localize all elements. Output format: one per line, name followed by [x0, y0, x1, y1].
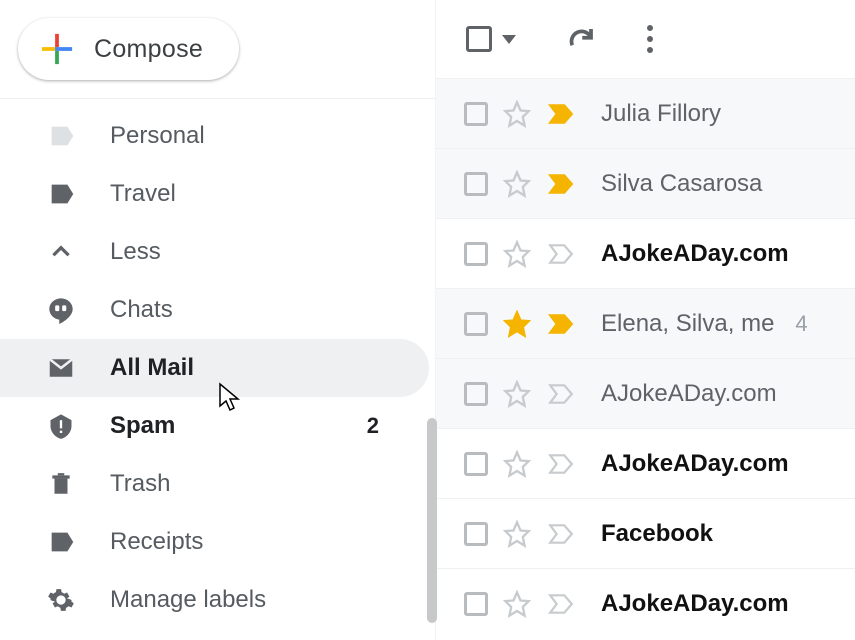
row-checkbox[interactable] — [464, 312, 488, 336]
sidebar-item-label: Personal — [110, 122, 205, 150]
label-icon — [46, 179, 76, 209]
sidebar-item-trash[interactable]: Trash — [0, 455, 429, 513]
sidebar-item-label: Trash — [110, 470, 170, 498]
importance-marker-icon[interactable] — [546, 311, 576, 337]
importance-marker-icon[interactable] — [546, 451, 576, 477]
chevron-down-icon — [502, 35, 516, 44]
star-icon[interactable] — [503, 240, 531, 268]
sender-name: AJokeADay.com — [601, 240, 789, 268]
select-all-dropdown[interactable] — [466, 26, 516, 52]
sidebar-item-spam[interactable]: Spam 2 — [0, 397, 429, 455]
label-icon — [46, 527, 76, 557]
sender-name: Elena, Silva, me — [601, 310, 774, 338]
sidebar-item-label: Chats — [110, 296, 173, 324]
message-row[interactable]: Julia Fillory — [436, 78, 855, 148]
toolbar — [436, 0, 855, 78]
importance-marker-icon[interactable] — [546, 591, 576, 617]
compose-button[interactable]: Compose — [18, 18, 239, 80]
sender-name: Silva Casarosa — [601, 170, 762, 198]
sidebar-item-label: All Mail — [110, 354, 194, 382]
sidebar-item-receipts[interactable]: Receipts — [0, 513, 429, 571]
sender-name: AJokeADay.com — [601, 450, 789, 478]
more-button[interactable] — [646, 24, 654, 54]
sidebar-item-label: Travel — [110, 180, 176, 208]
importance-marker-icon[interactable] — [546, 241, 576, 267]
row-checkbox[interactable] — [464, 242, 488, 266]
spam-count: 2 — [367, 413, 379, 439]
message-row[interactable]: AJokeADay.com — [436, 568, 855, 638]
row-checkbox[interactable] — [464, 102, 488, 126]
message-row[interactable]: AJokeADay.com — [436, 218, 855, 288]
chevron-up-icon — [46, 237, 76, 267]
trash-icon — [46, 469, 76, 499]
label-icon — [46, 121, 76, 151]
row-checkbox[interactable] — [464, 452, 488, 476]
sidebar-item-chats[interactable]: Chats — [0, 281, 429, 339]
importance-marker-icon[interactable] — [546, 101, 576, 127]
row-checkbox[interactable] — [464, 172, 488, 196]
row-checkbox[interactable] — [464, 382, 488, 406]
star-icon[interactable] — [503, 590, 531, 618]
row-checkbox[interactable] — [464, 522, 488, 546]
importance-marker-icon[interactable] — [546, 521, 576, 547]
message-row[interactable]: AJokeADay.com — [436, 428, 855, 498]
sender-name: AJokeADay.com — [601, 380, 777, 408]
star-icon[interactable] — [503, 380, 531, 408]
message-row[interactable]: AJokeADay.com — [436, 358, 855, 428]
sidebar-item-label: Manage labels — [110, 586, 266, 614]
gear-icon — [46, 585, 76, 615]
sidebar-item-travel[interactable]: Travel — [0, 165, 429, 223]
sidebar-item-personal[interactable]: Personal — [0, 107, 429, 165]
more-icon — [646, 24, 654, 54]
sidebar: Compose Personal Travel Less — [0, 0, 435, 640]
star-icon[interactable] — [503, 450, 531, 478]
sidebar-item-label: Less — [110, 238, 161, 266]
sidebar-item-label: Receipts — [110, 528, 203, 556]
message-row[interactable]: Facebook — [436, 498, 855, 568]
star-icon[interactable] — [503, 170, 531, 198]
sidebar-item-all-mail[interactable]: All Mail — [0, 339, 429, 397]
sidebar-nav: Personal Travel Less Chats — [0, 99, 435, 629]
main-panel: Julia Fillory Silva Casarosa AJokeADay.com… — [435, 0, 855, 640]
sender-name: Julia Fillory — [601, 100, 721, 128]
importance-marker-icon[interactable] — [546, 381, 576, 407]
thread-count: 4 — [795, 311, 807, 337]
sidebar-item-less[interactable]: Less — [0, 223, 429, 281]
star-icon[interactable] — [503, 310, 531, 338]
hangouts-icon — [46, 295, 76, 325]
refresh-icon — [566, 24, 596, 54]
mail-icon — [46, 353, 76, 383]
compose-label: Compose — [94, 35, 203, 64]
message-list: Julia Fillory Silva Casarosa AJokeADay.com… — [436, 78, 855, 638]
sender-name: Facebook — [601, 520, 713, 548]
scrollbar[interactable] — [427, 418, 437, 623]
sidebar-item-label: Spam — [110, 412, 175, 440]
message-row[interactable]: Silva Casarosa — [436, 148, 855, 218]
spam-icon — [46, 411, 76, 441]
checkbox-icon — [466, 26, 492, 52]
refresh-button[interactable] — [566, 24, 596, 54]
importance-marker-icon[interactable] — [546, 171, 576, 197]
row-checkbox[interactable] — [464, 592, 488, 616]
sidebar-item-manage-labels[interactable]: Manage labels — [0, 571, 429, 629]
star-icon[interactable] — [503, 520, 531, 548]
star-icon[interactable] — [503, 100, 531, 128]
plus-icon — [40, 32, 74, 66]
message-row[interactable]: Elena, Silva, me 4 — [436, 288, 855, 358]
sender-name: AJokeADay.com — [601, 590, 789, 618]
